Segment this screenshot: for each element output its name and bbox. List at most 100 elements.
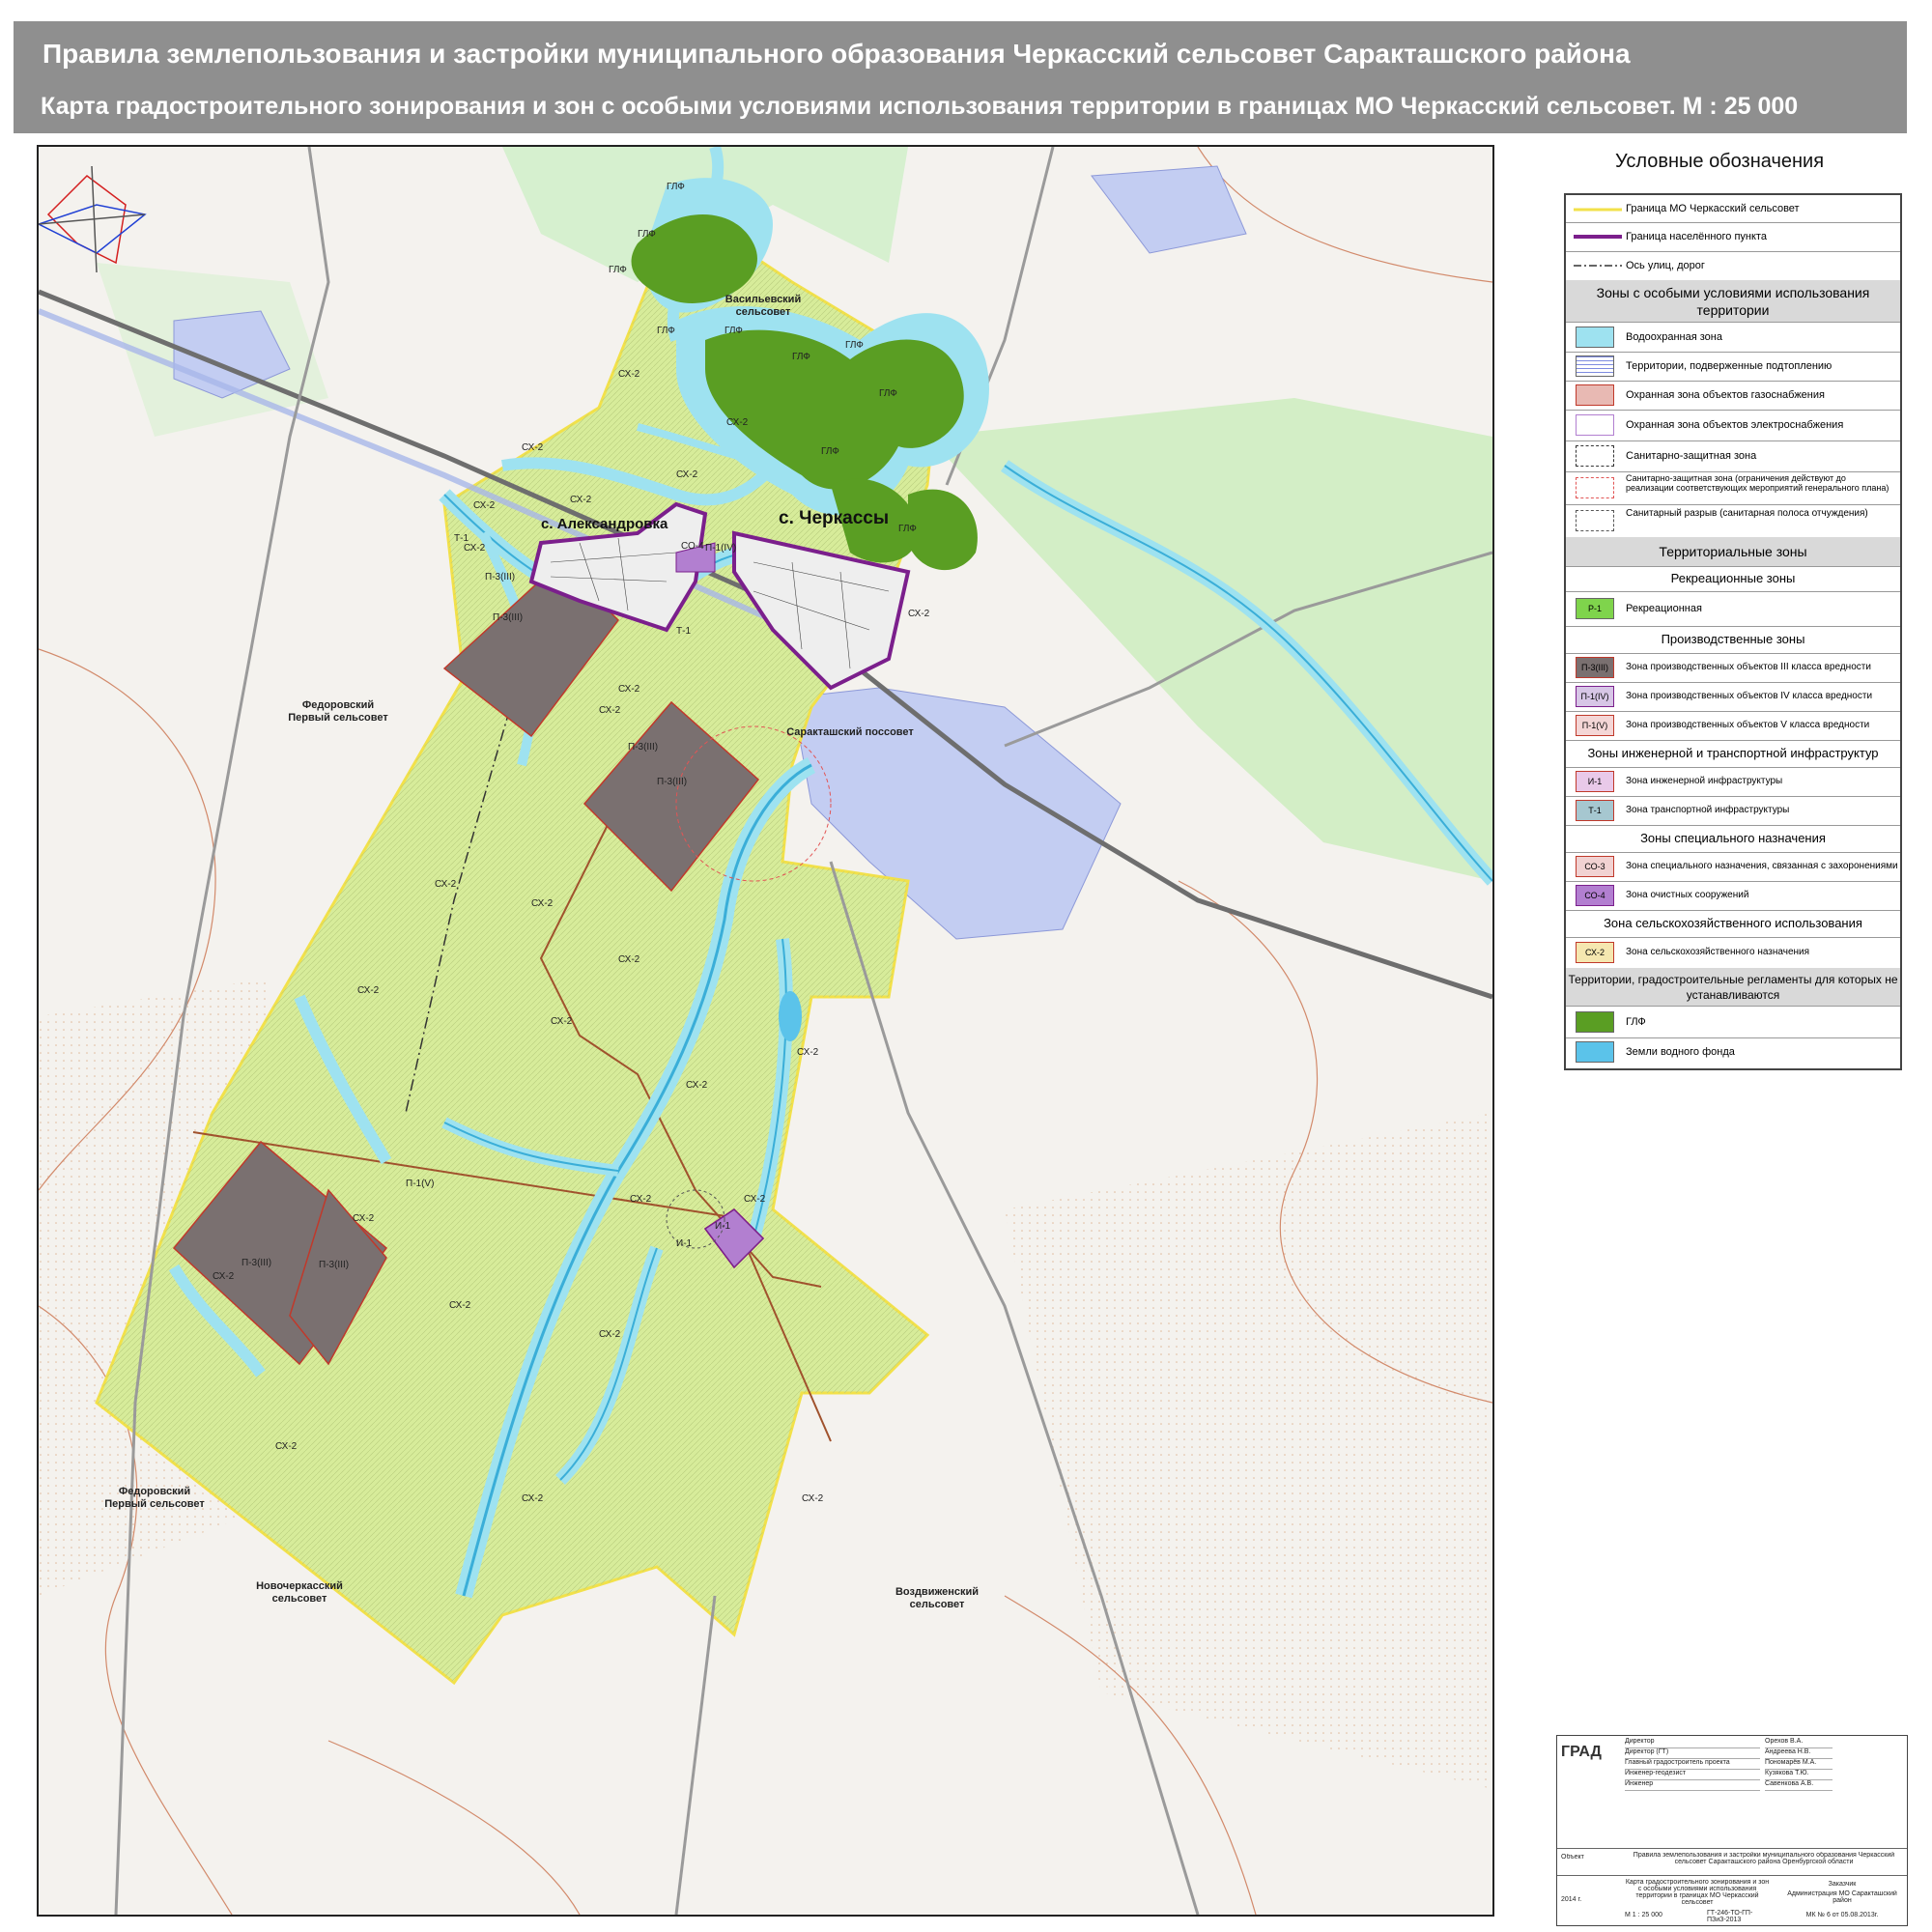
legend-text-recreation: Рекреационная	[1626, 603, 1702, 614]
map-drawing	[39, 147, 1492, 1915]
label-glf-3: ГЛФ	[609, 265, 627, 275]
label-p1v-1: П-1(V)	[406, 1179, 435, 1189]
label-sx2-15: СХ-2	[551, 1016, 573, 1027]
label-p3-2: П-3(III)	[493, 612, 524, 623]
label-p3-5: П-3(III)	[242, 1258, 272, 1268]
stamp-divider-1	[1557, 1848, 1907, 1849]
map-title: Правила землепользования и застройки мун…	[43, 39, 1631, 69]
label-glf-4: ГЛФ	[657, 326, 675, 336]
label-t1-2: Т-1	[454, 533, 469, 544]
legend-swatch-treatment: СО-4	[1576, 885, 1614, 906]
neighbor-saraktash: Саракташский поссовет	[786, 726, 914, 738]
legend-row-trans: Т-1 Зона транспортной инфраструктуры	[1566, 796, 1900, 826]
place-cherkassy: с. Черкассы	[779, 508, 890, 528]
legend-text-power: Охранная зона объектов электроснабжения	[1626, 419, 1844, 431]
label-sx2-1: СХ-2	[618, 369, 640, 380]
title-block: ГРАД Директор Директор (ГТ) Главный град…	[1556, 1735, 1908, 1926]
legend-section-territorial: Территориальные зоны	[1566, 537, 1900, 567]
legend-text-prod4: Зона производственных объектов IV класса…	[1626, 691, 1873, 701]
label-p1iv-1: П-1(IV)	[705, 543, 737, 554]
map-subtitle: Карта градостроительного зонирования и з…	[41, 93, 1799, 120]
legend-row-agri: СХ-2 Зона сельскохозяйственного назначен…	[1566, 937, 1900, 969]
legend-swatch-flooding	[1576, 355, 1614, 377]
legend-text-axis: Ось улиц, дорог	[1626, 260, 1705, 271]
stamp-object-label: Объект	[1561, 1854, 1584, 1861]
legend-text-sanitary-gap: Санитарный разрыв (санитарная полоса отч…	[1626, 508, 1868, 519]
legend-text-burial: Зона специального назначения, связанная …	[1626, 861, 1898, 871]
stamp-sheet-title: Карта градостроительного зонирования и з…	[1625, 1879, 1770, 1906]
legend-sub-production: Производственные зоны	[1566, 626, 1900, 654]
label-sx2-10: СХ-2	[599, 705, 621, 716]
stamp-contract: МК № 6 от 05.08.2013г.	[1805, 1912, 1879, 1918]
stamp-role-3: Инженер-геодезист	[1625, 1770, 1760, 1780]
label-sx2-5: СХ-2	[570, 495, 592, 505]
legend-title: Условные обозначения	[1614, 151, 1825, 172]
stamp-scale: М 1 : 25 000	[1625, 1912, 1662, 1918]
legend-row-sanitary-gap: Санитарный разрыв (санитарная полоса отч…	[1566, 504, 1900, 538]
legend-text-mo-border: Граница МО Черкасский сельсовет	[1626, 203, 1800, 214]
stamp-name-4: Савенкова А.В.	[1765, 1780, 1833, 1791]
stamp-org: ГРАД	[1561, 1744, 1602, 1760]
stamp-customer-label: Заказчик	[1828, 1881, 1857, 1888]
place-aleksandrovka: с. Александровка	[541, 516, 668, 532]
legend-row-prod5: П-1(V) Зона производственных объектов V …	[1566, 711, 1900, 741]
map-canvas[interactable]: ГЛФ ГЛФ ГЛФ ГЛФ ГЛФ ГЛФ ГЛФ ГЛФ ГЛФ ГЛФ …	[37, 145, 1494, 1917]
label-glf-7: ГЛФ	[845, 340, 864, 351]
legend-section-special: Зоны с особыми условиями использования т…	[1566, 280, 1900, 323]
legend-row-axis: Ось улиц, дорог	[1566, 251, 1900, 281]
legend-section-noreg: Территории, градостроительные регламенты…	[1566, 968, 1900, 1007]
label-sx2-13: СХ-2	[618, 954, 640, 965]
label-i1-1: И-1	[676, 1238, 693, 1249]
legend-text-settlement-border: Граница населённого пункта	[1626, 231, 1767, 242]
legend-text-trans: Зона транспортной инфраструктуры	[1626, 805, 1790, 815]
stamp-role-2: Главный градостроитель проекта	[1625, 1759, 1760, 1770]
label-sx2-16: СХ-2	[797, 1047, 819, 1058]
legend-swatch-gas	[1576, 384, 1614, 406]
lake	[779, 991, 802, 1041]
legend-text-sanitary: Санитарно-защитная зона	[1626, 450, 1757, 462]
label-glf-8: ГЛФ	[879, 388, 897, 399]
stamp-name-0: Орехов В.А.	[1765, 1738, 1833, 1748]
legend-text-prod3: Зона производственных объектов III класс…	[1626, 662, 1871, 672]
legend-swatch-prod4: П-1(IV)	[1576, 686, 1614, 707]
label-p3-4: П-3(III)	[657, 777, 688, 787]
label-glf-1: ГЛФ	[667, 182, 685, 192]
legend-row-power: Охранная зона объектов электроснабжения	[1566, 410, 1900, 441]
legend-swatch-agri: СХ-2	[1576, 942, 1614, 963]
header-bar: Правила землепользования и застройки мун…	[14, 21, 1907, 133]
legend-text-agri: Зона сельскохозяйственного назначения	[1626, 947, 1810, 957]
label-sx2-21: СХ-2	[213, 1271, 235, 1282]
label-glf-5: ГЛФ	[724, 326, 743, 336]
label-sx2-18: СХ-2	[630, 1194, 652, 1205]
legend-row-sanitary-genplan: Санитарно-защитная зона (ограничения дей…	[1566, 471, 1900, 505]
legend-panel: Граница МО Черкасский сельсовет Граница …	[1564, 193, 1902, 1070]
legend-text-sanitary-genplan: Санитарно-защитная зона (ограничения дей…	[1626, 473, 1889, 493]
legend-swatch-prod5: П-1(V)	[1576, 715, 1614, 736]
legend-swatch-recreation: Р-1	[1576, 598, 1614, 619]
legend-text-water-fund: Земли водного фонда	[1626, 1046, 1735, 1058]
legend-swatch-sanitary	[1576, 445, 1614, 467]
label-sx2-25: СХ-2	[522, 1493, 544, 1504]
legend-row-prod3: П-3(III) Зона производственных объектов …	[1566, 653, 1900, 683]
legend-swatch-water-fund	[1576, 1041, 1614, 1063]
stamp-role-0: Директор	[1625, 1738, 1760, 1748]
label-sx2-2: СХ-2	[522, 442, 544, 453]
legend-swatch-trans: Т-1	[1576, 800, 1614, 821]
legend-row-settlement-border: Граница населённого пункта	[1566, 222, 1900, 252]
legend-text-prod5: Зона производственных объектов V класса …	[1626, 720, 1870, 730]
label-p3-1: П-3(III)	[485, 572, 516, 582]
neighbor-novocherkassky: Новочеркасский сельсовет	[256, 1580, 343, 1605]
label-t1-1: Т-1	[676, 626, 691, 637]
legend-row-mo-border: Граница МО Черкасский сельсовет	[1566, 195, 1900, 223]
legend-text-treatment: Зона очистных сооружений	[1626, 890, 1749, 900]
label-sx2-20: СХ-2	[353, 1213, 375, 1224]
legend-swatch-prod3: П-3(III)	[1576, 657, 1614, 678]
legend-swatch-sanitary-gap	[1576, 510, 1614, 531]
label-sx2-19: СХ-2	[744, 1194, 766, 1205]
legend-row-treatment: СО-4 Зона очистных сооружений	[1566, 881, 1900, 911]
legend-text-gas: Охранная зона объектов газоснабжения	[1626, 389, 1825, 401]
legend-row-flooding: Территории, подверженные подтоплению	[1566, 352, 1900, 382]
stamp-customer: Администрация МО Саракташский район	[1787, 1890, 1897, 1904]
legend-row-water-fund: Земли водного фонда	[1566, 1037, 1900, 1066]
legend-row-glf: ГЛФ	[1566, 1007, 1900, 1038]
